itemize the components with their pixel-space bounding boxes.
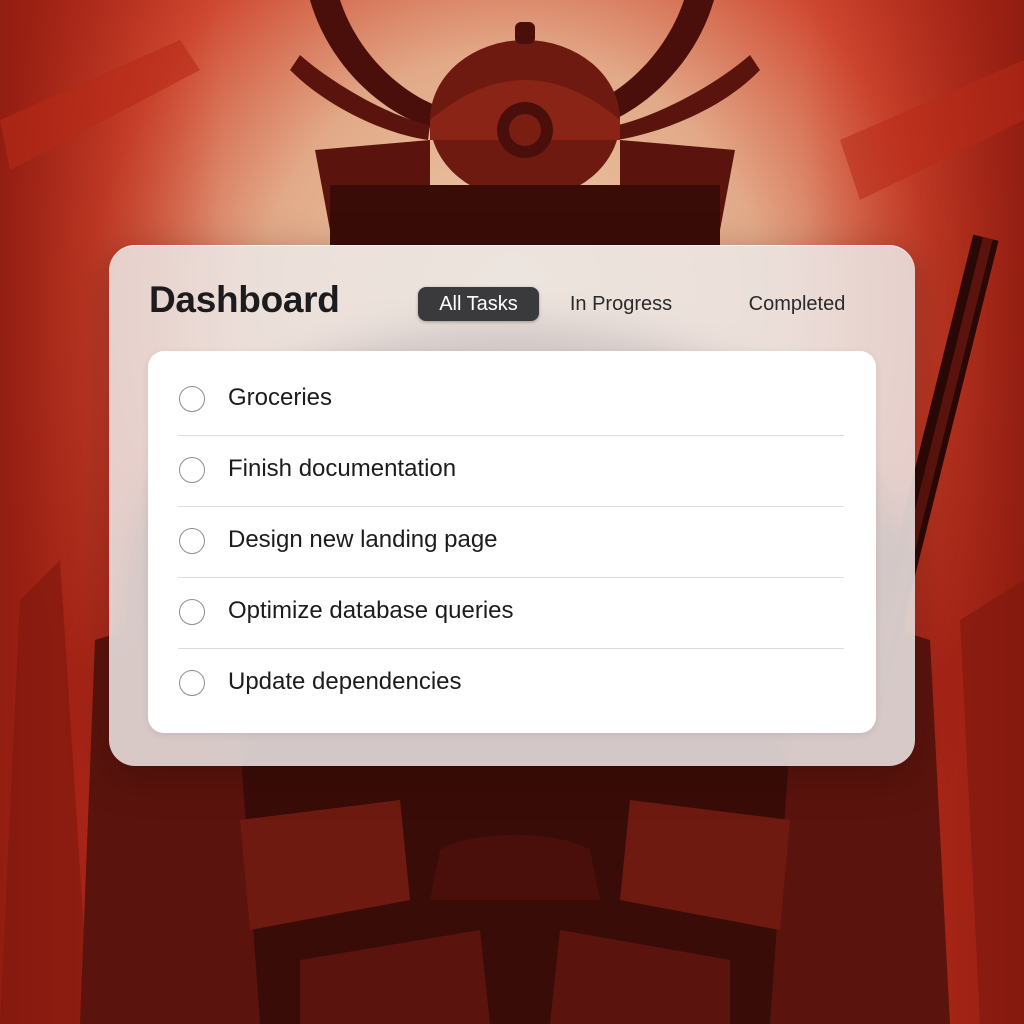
dashboard-panel: Dashboard All Tasks In Progress Complete… (109, 245, 915, 766)
task-label: Update dependencies (228, 668, 462, 695)
task-label: Groceries (228, 384, 333, 411)
page: Dashboard All Tasks In Progress Complete… (0, 0, 1024, 1024)
list-item[interactable]: Groceries (178, 365, 844, 436)
task-label: Finish documentation (228, 455, 457, 482)
tab-in-progress[interactable]: In Progress (560, 287, 682, 321)
list-item[interactable]: Update dependencies (178, 649, 844, 720)
task-label: Design new landing page (228, 526, 498, 553)
tab-completed[interactable]: Completed (736, 287, 858, 321)
empty-circle-icon[interactable] (179, 670, 205, 696)
empty-circle-icon[interactable] (179, 599, 205, 625)
task-list: Groceries Finish documentation Design ne… (148, 351, 876, 733)
empty-circle-icon[interactable] (179, 457, 205, 483)
page-title: Dashboard (149, 279, 340, 320)
list-item[interactable]: Finish documentation (178, 436, 844, 507)
list-item[interactable]: Optimize database queries (178, 578, 844, 649)
tab-all-tasks[interactable]: All Tasks (418, 287, 539, 321)
task-label: Optimize database queries (228, 597, 514, 624)
empty-circle-icon[interactable] (179, 528, 205, 554)
list-item[interactable]: Design new landing page (178, 507, 844, 578)
empty-circle-icon[interactable] (179, 386, 205, 412)
